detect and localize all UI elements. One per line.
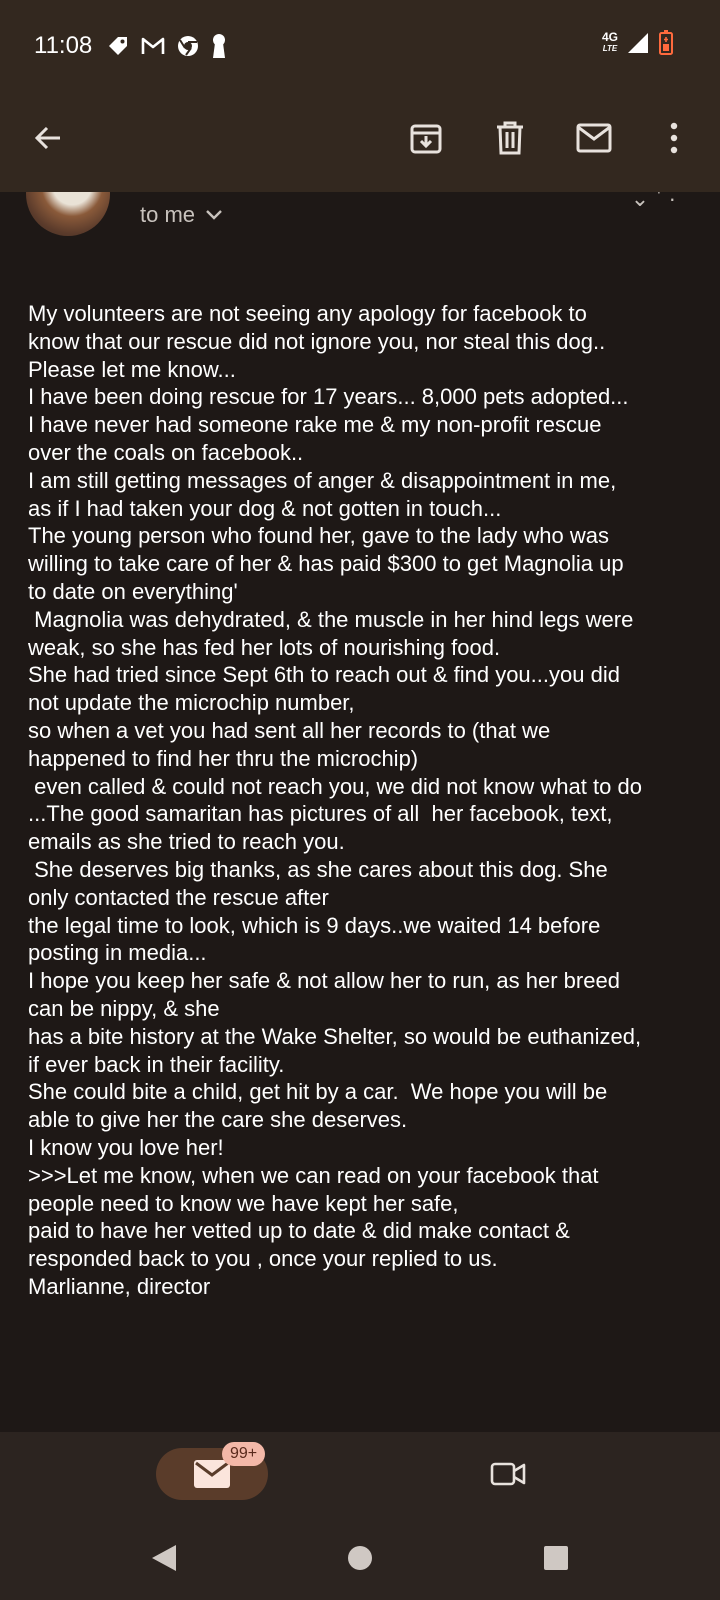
chevron-down-icon <box>206 210 222 220</box>
archive-icon <box>410 124 442 154</box>
email-body-line: can be nippy, & she <box>28 995 220 1021</box>
email-body-line: posting in media... <box>28 940 207 966</box>
email-body-line: I know you love her! <box>28 1134 224 1160</box>
email-body-line: so when a vet you had sent all her recor… <box>28 717 551 743</box>
email-body-line: She could bite a child, get hit by a car… <box>28 1079 608 1105</box>
sender-header: ⌄ ˈ · to me <box>0 192 720 252</box>
gmail-icon <box>141 37 165 54</box>
top-app-bar: 11:08 4G LTE <box>0 0 720 192</box>
status-bar: 11:08 4G LTE <box>0 24 720 68</box>
email-body-line: know that our rescue did not ignore you,… <box>28 328 606 354</box>
email-body-line: ...The good samaritan has pictures of al… <box>28 801 613 827</box>
email-body-line: I am still getting messages of anger & d… <box>28 467 617 493</box>
email-body-line: My volunteers are not seeing any apology… <box>28 301 587 326</box>
system-recents-button[interactable] <box>536 1538 576 1578</box>
more-options-button[interactable] <box>646 110 702 166</box>
tag-icon <box>109 37 128 55</box>
email-body-line: has a bite history at the Wake Shelter, … <box>28 1023 642 1049</box>
meet-tab[interactable] <box>482 1450 534 1498</box>
email-body-line: able to give her the care she deserves. <box>28 1107 408 1133</box>
keyhole-icon <box>213 34 226 58</box>
email-body-line: weak, so she has fed her lots of nourish… <box>28 634 501 660</box>
circle-home-icon <box>348 1546 372 1570</box>
email-body-line: happened to find her thru the microchip) <box>28 745 419 771</box>
video-camera-icon <box>490 1462 526 1486</box>
status-time: 11:08 <box>34 32 93 59</box>
recipient-details-toggle[interactable]: to me <box>140 202 223 228</box>
notification-icons <box>106 33 228 59</box>
email-body: My volunteers are not seeing any apology… <box>28 300 698 1301</box>
email-body-line: The young person who found her, gave to … <box>28 523 609 549</box>
email-toolbar <box>0 110 720 166</box>
email-body-line: I have never had someone rake me & my no… <box>28 412 602 438</box>
recipient-label: to me <box>140 202 196 227</box>
email-body-line: only contacted the rescue after <box>28 884 329 910</box>
bottom-navigation: 99+ <box>0 1432 720 1516</box>
email-body-line: if ever back in their facility. <box>28 1051 285 1077</box>
mark-unread-button[interactable] <box>566 110 622 166</box>
email-body-line: responded back to you , once your replie… <box>28 1246 498 1272</box>
back-button[interactable] <box>20 110 76 166</box>
email-body-line: over the coals on facebook.. <box>28 439 304 465</box>
mail-icon <box>194 1460 230 1488</box>
battery-icon <box>659 30 673 55</box>
email-body-line: not update the microchip number, <box>28 690 355 716</box>
email-body-line: as if I had taken your dog & not gotten … <box>28 495 502 521</box>
email-body-line: Magnolia was dehydrated, & the muscle in… <box>28 606 634 632</box>
system-home-button[interactable] <box>340 1538 380 1578</box>
email-body-line: paid to have her vetted up to date & did… <box>28 1218 570 1244</box>
system-back-button[interactable] <box>144 1538 184 1578</box>
email-body-line: to date on everything' <box>28 578 238 604</box>
delete-button[interactable] <box>482 110 538 166</box>
email-body-line: Please let me know... <box>28 356 236 382</box>
email-body-line: the legal time to look, which is 9 days.… <box>28 912 601 938</box>
email-body-line: I have been doing rescue for 17 years...… <box>28 384 629 410</box>
mark-unread-icon <box>576 123 612 153</box>
email-body-line: >>>Let me know, when we can read on your… <box>28 1162 599 1188</box>
email-body-line: I hope you keep her safe & not allow her… <box>28 968 620 994</box>
back-arrow-icon <box>34 126 60 150</box>
email-body-line: even called & could not reach you, we di… <box>28 773 642 799</box>
email-body-line: She deserves big thanks, as she cares ab… <box>28 856 608 882</box>
header-overflow-marks: ⌄ ˈ · <box>630 192 676 211</box>
archive-button[interactable] <box>398 110 454 166</box>
system-navigation-bar <box>0 1516 720 1600</box>
unread-count-badge: 99+ <box>222 1442 266 1466</box>
delete-icon <box>497 121 523 155</box>
network-label: 4G <box>601 30 618 44</box>
signal-icon <box>628 33 648 53</box>
email-body-line: people need to know we have kept her saf… <box>28 1190 459 1216</box>
email-body-line: emails as she tried to reach you. <box>28 829 345 855</box>
more-vert-icon <box>670 122 678 154</box>
network-type: 4G LTE <box>601 30 618 54</box>
network-sub-label: LTE <box>602 44 618 53</box>
email-body-line: willing to take care of her & has paid $… <box>28 551 624 577</box>
email-body-line: Marlianne, director <box>28 1273 211 1299</box>
sender-avatar[interactable] <box>26 192 110 236</box>
square-recents-icon <box>544 1546 568 1570</box>
system-status-icons: 4G LTE <box>602 30 674 56</box>
chrome-icon <box>178 36 199 56</box>
triangle-back-icon <box>152 1545 176 1571</box>
email-body-line: She had tried since Sept 6th to reach ou… <box>28 662 620 688</box>
